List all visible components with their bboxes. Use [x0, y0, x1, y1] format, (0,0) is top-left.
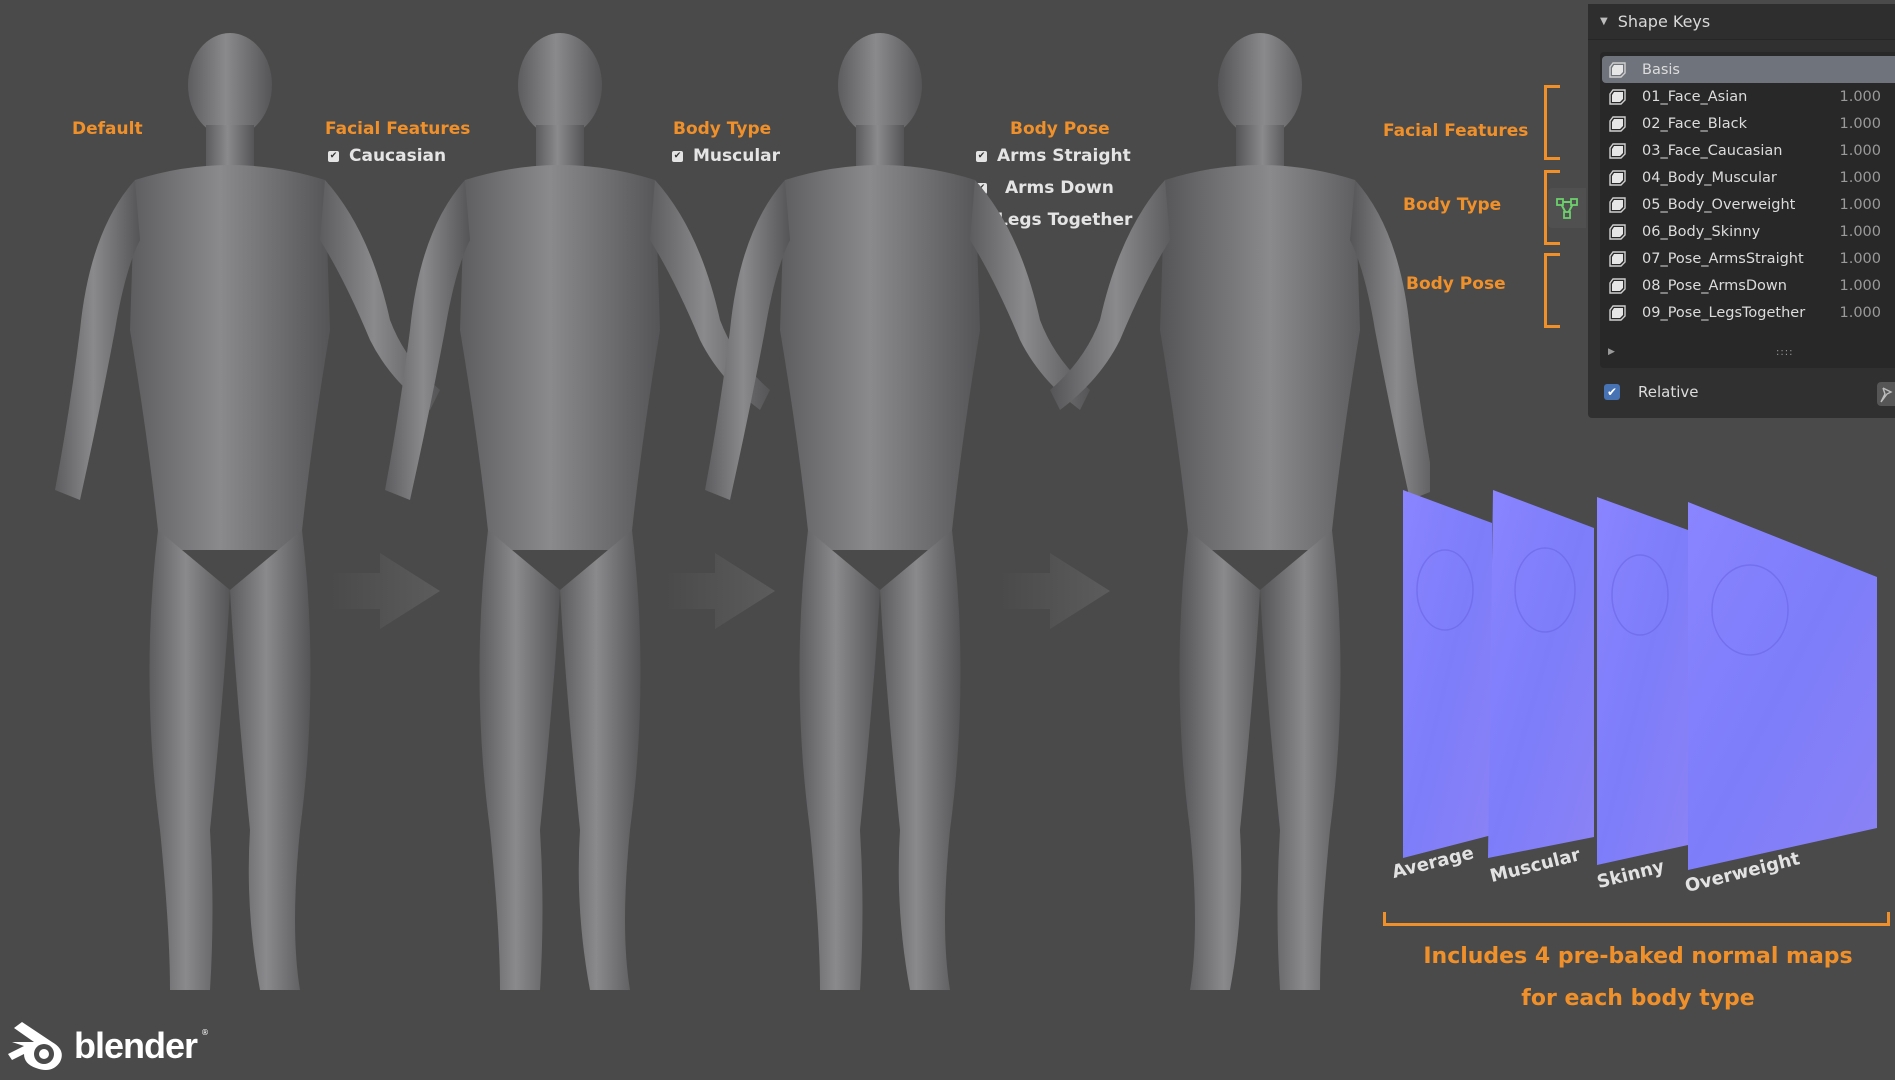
shape-key-row[interactable]: Basis: [1602, 56, 1895, 83]
shape-key-name[interactable]: 01_Face_Asian: [1642, 89, 1747, 105]
figure-body-pose: [1050, 33, 1430, 990]
caption-line-1: Includes 4 pre-baked normal maps: [1423, 944, 1853, 969]
shape-key-value[interactable]: 1.000: [1839, 278, 1881, 294]
shape-key-icon: [1609, 115, 1626, 132]
arrow-right-icon: [1000, 553, 1110, 629]
shape-key-row[interactable]: 05_Body_Overweight 1.000: [1600, 191, 1895, 218]
shape-key-icon: [1609, 304, 1626, 321]
blender-logo: blender ®: [8, 1020, 209, 1072]
figure-body-type: [705, 33, 1090, 990]
shape-key-name[interactable]: 03_Face_Caucasian: [1642, 143, 1782, 159]
caption-line-2: for each body type: [1521, 986, 1755, 1011]
blender-logo-icon: [8, 1022, 62, 1070]
shape-key-name[interactable]: 09_Pose_LegsTogether: [1642, 305, 1805, 321]
shape-key-name[interactable]: Basis: [1642, 62, 1680, 78]
shape-key-icon: [1609, 88, 1626, 105]
normal-map-muscular: [1488, 490, 1594, 858]
figure-facial-features: [385, 33, 770, 990]
relative-checkbox[interactable]: ✔: [1604, 384, 1620, 400]
shape-key-row[interactable]: 01_Face_Asian 1.000: [1600, 83, 1895, 110]
relative-label: Relative: [1638, 383, 1699, 401]
shape-key-icon: [1609, 250, 1626, 267]
shape-keys-panel: ▼ Shape Keys Basis 01_Face_Asian 1.000 02_F…: [1588, 4, 1895, 418]
shape-key-row[interactable]: 02_Face_Black 1.000: [1600, 110, 1895, 137]
shape-key-icon: [1609, 223, 1626, 240]
shape-key-value[interactable]: 1.000: [1839, 170, 1881, 186]
arrow-right-icon: [665, 553, 775, 629]
arrow-right-icon: [330, 553, 440, 629]
shape-key-value[interactable]: 1.000: [1839, 305, 1881, 321]
shape-key-row[interactable]: 03_Face_Caucasian 1.000: [1600, 137, 1895, 164]
relative-toggle[interactable]: ✔ Relative: [1604, 383, 1699, 401]
human-figures-render: [55, 33, 1430, 990]
shape-keys-list: Basis 01_Face_Asian 1.000 02_Face_Black 1.00…: [1600, 52, 1895, 368]
mesh-vertices-icon: [1556, 198, 1578, 219]
normal-map-skinny: [1597, 497, 1688, 865]
side-label-facial-features: Facial Features: [1383, 121, 1529, 141]
shape-key-name[interactable]: 07_Pose_ArmsStraight: [1642, 251, 1804, 267]
side-label-body-type: Body Type: [1403, 195, 1502, 215]
shape-key-row[interactable]: 08_Pose_ArmsDown 1.000: [1600, 272, 1895, 299]
normal-map-overweight: [1688, 502, 1877, 870]
pin-button[interactable]: [1877, 382, 1895, 406]
shape-key-name[interactable]: 04_Body_Muscular: [1642, 170, 1777, 186]
shape-key-value[interactable]: 1.000: [1839, 143, 1881, 159]
shape-key-name[interactable]: 02_Face_Black: [1642, 116, 1747, 132]
shape-key-row[interactable]: 06_Body_Skinny 1.000: [1600, 218, 1895, 245]
side-label-body-pose: Body Pose: [1406, 274, 1506, 294]
shape-key-name[interactable]: 08_Pose_ArmsDown: [1642, 278, 1787, 294]
bracket-facial-features: [1544, 85, 1560, 160]
shape-key-value[interactable]: 1.000: [1839, 89, 1881, 105]
resize-grip[interactable]: ::::: [1776, 347, 1793, 358]
normal-maps-render: [1403, 490, 1877, 870]
bracket-body-pose: [1544, 253, 1560, 328]
bracket-normal-maps: [1383, 912, 1890, 926]
pin-icon: [1880, 387, 1893, 403]
triangle-right-icon[interactable]: ▶: [1608, 347, 1615, 357]
registered-mark: ®: [201, 1028, 210, 1037]
panel-title: Shape Keys: [1617, 12, 1711, 31]
shape-key-value[interactable]: 1.000: [1839, 116, 1881, 132]
shape-key-icon: [1609, 142, 1626, 159]
shape-key-name[interactable]: 05_Body_Overweight: [1642, 197, 1795, 213]
shape-key-icon: [1609, 61, 1626, 78]
triangle-down-icon: ▼: [1600, 16, 1608, 27]
figure-default: [55, 33, 440, 990]
shape-key-value[interactable]: 1.000: [1839, 251, 1881, 267]
list-footer: ▶ ::::: [1608, 344, 1895, 360]
logo-wordmark: blender: [74, 1025, 198, 1066]
shape-key-row[interactable]: 07_Pose_ArmsStraight 1.000: [1600, 245, 1895, 272]
shape-key-row[interactable]: 09_Pose_LegsTogether 1.000: [1600, 299, 1895, 326]
shape-key-value[interactable]: 1.000: [1839, 224, 1881, 240]
shape-key-icon: [1609, 277, 1626, 294]
shape-key-value[interactable]: 1.000: [1839, 197, 1881, 213]
normal-map-average: [1403, 490, 1492, 858]
shape-key-icon: [1609, 196, 1626, 213]
shape-key-row[interactable]: 04_Body_Muscular 1.000: [1600, 164, 1895, 191]
object-data-tab[interactable]: [1548, 188, 1586, 228]
shape-keys-header[interactable]: ▼ Shape Keys: [1588, 4, 1895, 40]
shape-key-name[interactable]: 06_Body_Skinny: [1642, 224, 1760, 240]
shape-key-icon: [1609, 169, 1626, 186]
